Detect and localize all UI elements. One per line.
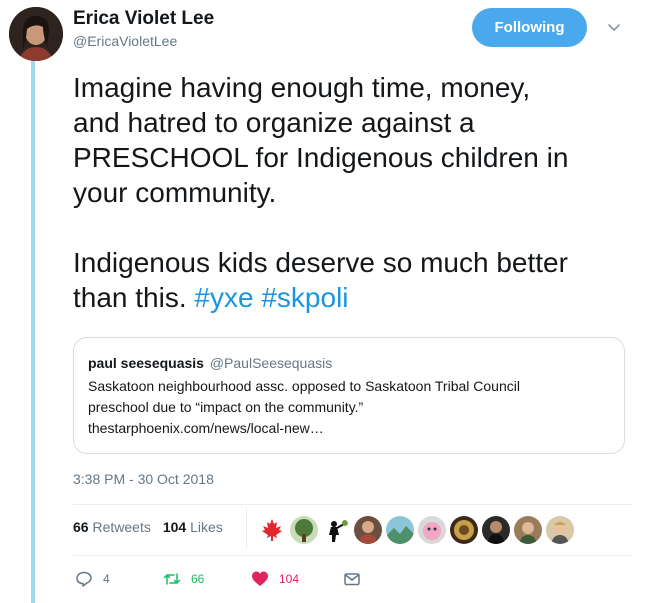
envelope-icon — [344, 573, 360, 586]
heart-icon — [252, 571, 268, 586]
retweet-button[interactable]: 66 — [163, 570, 204, 588]
tweet-actions: 4 66 104 — [73, 570, 373, 590]
quoted-tweet-card[interactable]: paul seesequasis @PaulSeesequasis Saskat… — [73, 337, 625, 454]
gold-emblem-avatar[interactable] — [450, 516, 478, 544]
author-handle[interactable]: @EricaVioletLee — [73, 33, 177, 49]
quoted-tweet-header: paul seesequasis @PaulSeesequasis — [88, 353, 610, 373]
reply-icon — [76, 571, 92, 587]
maple-leaf-icon[interactable] — [258, 516, 286, 544]
retweets-stat[interactable]: 66 Retweets — [73, 519, 151, 535]
chevron-down-icon[interactable] — [606, 20, 622, 36]
divider — [73, 504, 633, 505]
divider — [73, 555, 633, 556]
following-button[interactable]: Following — [472, 8, 587, 47]
likes-label: Likes — [190, 519, 223, 535]
quoted-author-handle: @PaulSeesequasis — [209, 355, 333, 371]
hashtag-skpoli[interactable]: #skpoli — [261, 282, 348, 313]
tweet-stats: 66 Retweets 104 Likes — [73, 519, 235, 535]
stats-separator — [246, 508, 247, 548]
retweet-count: 66 — [191, 572, 205, 586]
flower-thrower-avatar[interactable] — [322, 516, 350, 544]
tweet-paragraph-2: Indigenous kids deserve so much better t… — [73, 245, 643, 315]
person-avatar-1[interactable] — [354, 516, 382, 544]
likes-count: 104 — [162, 519, 187, 535]
person-avatar-3[interactable] — [514, 516, 542, 544]
retweets-count: 66 — [73, 519, 89, 535]
thread-connector-line — [31, 60, 35, 603]
reply-count: 4 — [103, 572, 110, 586]
direct-message-button[interactable] — [343, 570, 371, 588]
quoted-tweet-text: Saskatoon neighbourhood assc. opposed to… — [88, 378, 520, 436]
liker-avatars — [258, 516, 578, 544]
tweet-timestamp[interactable]: 3:38 PM - 30 Oct 2018 — [73, 471, 214, 487]
tree-avatar[interactable] — [290, 516, 318, 544]
likes-stat[interactable]: 104 Likes — [163, 519, 223, 535]
like-count: 104 — [279, 572, 300, 586]
person-avatar-4[interactable] — [546, 516, 574, 544]
tweet-paragraph-1: Imagine having enough time, money, and h… — [73, 72, 569, 208]
author-name[interactable]: Erica Violet Lee — [73, 8, 214, 30]
retweets-label: Retweets — [92, 519, 151, 535]
quoted-author-name: paul seesequasis — [88, 355, 204, 371]
person-avatar-2[interactable] — [482, 516, 510, 544]
avatar[interactable] — [9, 7, 63, 61]
like-button[interactable]: 104 — [251, 570, 299, 588]
retweet-icon — [163, 573, 181, 585]
pink-creature-avatar[interactable] — [418, 516, 446, 544]
tweet-text: Imagine having enough time, money, and h… — [73, 70, 643, 315]
hashtag-yxe[interactable]: #yxe — [194, 282, 253, 313]
landscape-avatar[interactable] — [386, 516, 414, 544]
reply-button[interactable]: 4 — [75, 570, 110, 588]
